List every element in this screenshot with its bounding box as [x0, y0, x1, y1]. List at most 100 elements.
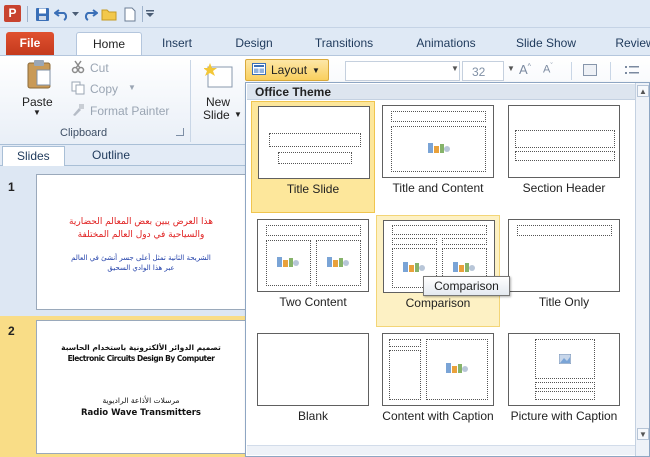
content-icons-icon: [277, 257, 299, 267]
slide-text-line: مرسلات الأذاعة الراديوية: [102, 396, 180, 405]
tab-slides[interactable]: Slides: [2, 146, 65, 166]
copy-dropdown-chevron-icon[interactable]: ▼: [128, 83, 136, 92]
open-folder-icon[interactable]: [100, 5, 118, 23]
layout-title-only[interactable]: Title Only: [502, 215, 626, 327]
subtitle-placeholder: [278, 152, 352, 164]
layout-two-content[interactable]: Two Content: [251, 215, 375, 327]
layout-name: Comparison: [405, 296, 471, 310]
layout-comparison[interactable]: Comparison: [376, 215, 500, 327]
new-document-icon[interactable]: [121, 5, 139, 23]
tab-insert[interactable]: Insert: [152, 32, 202, 55]
gallery-resize-grip[interactable]: [247, 445, 635, 455]
title-placeholder: [392, 225, 487, 235]
layout-name: Two Content: [279, 295, 347, 309]
tab-home[interactable]: Home: [76, 32, 142, 55]
undo-icon[interactable]: [53, 5, 71, 23]
font-name-dropdown-chevron-icon[interactable]: ▼: [451, 64, 459, 73]
layout-name: Section Header: [522, 181, 606, 195]
layout-thumbnail: [258, 106, 370, 179]
tab-review[interactable]: Review: [609, 32, 650, 55]
layout-thumbnail: [508, 333, 620, 406]
caption-text-placeholder: [535, 391, 595, 400]
content-icons-icon: [403, 262, 425, 272]
content-icons-icon: [446, 363, 468, 373]
format-painter-button[interactable]: Format Painter: [90, 104, 169, 118]
gallery-scrollbar[interactable]: ▲ ▼: [635, 83, 649, 456]
tab-outline[interactable]: Outline: [78, 146, 144, 166]
slide-text-line: Electronic Circuits Design By Computer: [67, 354, 215, 363]
content-icons-icon: [327, 257, 349, 267]
title-placeholder: [266, 225, 361, 236]
clear-formatting-icon[interactable]: [583, 64, 597, 76]
title-placeholder: [389, 339, 421, 347]
format-painter-icon: [71, 103, 85, 120]
layout-picture-with-caption[interactable]: Picture with Caption: [502, 329, 626, 441]
customize-qat-chevron-icon[interactable]: [145, 5, 155, 23]
tab-transitions[interactable]: Transitions: [305, 32, 383, 55]
qat-separator: [27, 6, 28, 22]
layout-button[interactable]: Layout ▼: [245, 59, 329, 81]
group-separator: [571, 62, 572, 80]
layout-name: Picture with Caption: [510, 409, 618, 423]
paste-clipboard-icon[interactable]: [26, 59, 52, 92]
clipboard-dialog-launcher-icon[interactable]: [176, 128, 184, 136]
slide-thumbnail-row[interactable]: 1 هذا العرض يبين بعض المعالم الحضارية وا…: [0, 166, 246, 316]
content-icons-icon: [453, 262, 475, 272]
layout-name: Title Slide: [286, 182, 340, 196]
tab-animations[interactable]: Animations: [405, 32, 487, 55]
layout-section-header[interactable]: Section Header: [502, 101, 626, 213]
layout-thumbnail: [257, 333, 369, 406]
scroll-up-icon[interactable]: ▲: [637, 85, 649, 97]
new-slide-label-line2[interactable]: Slide: [203, 108, 230, 122]
tab-file[interactable]: File: [6, 32, 54, 55]
slide-text-line: Radio Wave Transmitters: [81, 408, 201, 418]
gallery-section-header: Office Theme: [247, 84, 635, 100]
layout-thumbnail: [257, 219, 369, 292]
save-icon[interactable]: [33, 5, 51, 23]
layout-gallery-dropdown: Office Theme Title Slide Title and Conte…: [245, 82, 650, 457]
slide-text-line: هذا العرض يبين بعض المعالم الحضارية: [69, 217, 213, 227]
content-icons-icon: [428, 143, 450, 153]
tab-slide-show[interactable]: Slide Show: [508, 32, 584, 55]
cut-button[interactable]: Cut: [90, 61, 109, 75]
redo-icon[interactable]: [81, 5, 99, 23]
new-slide-label-line1[interactable]: New: [206, 95, 230, 109]
paste-button[interactable]: Paste: [22, 95, 53, 109]
shrink-font-icon[interactable]: Aˇ: [543, 63, 553, 76]
layout-dropdown-chevron-icon: ▼: [312, 65, 320, 75]
font-name-field[interactable]: [345, 61, 460, 81]
slides-pane-tabs: Slides Outline: [0, 145, 246, 166]
paste-dropdown-chevron-icon[interactable]: ▼: [33, 108, 41, 117]
slide-text-line: عبر هذا الوادي السحيق: [107, 264, 175, 272]
layout-title-slide[interactable]: Title Slide: [251, 101, 375, 213]
slide-text-line: والسياحية في دول العالم المختلفة: [77, 230, 205, 240]
layout-content-with-caption[interactable]: Content with Caption: [376, 329, 500, 441]
layout-button-label: Layout: [271, 63, 308, 77]
slide-thumbnail[interactable]: هذا العرض يبين بعض المعالم الحضارية والس…: [36, 174, 246, 310]
slide-text-line: الشريحة الثانية تمثل أعلى جسر أنشئ في ال…: [71, 254, 211, 262]
layout-thumbnail: [508, 219, 620, 292]
powerpoint-logo-icon: P: [4, 5, 21, 22]
group-separator: [190, 60, 191, 142]
copy-icon: [71, 81, 85, 98]
layout-title-and-content[interactable]: Title and Content: [376, 101, 500, 213]
title-placeholder: [517, 225, 612, 236]
scroll-down-icon[interactable]: ▼: [637, 428, 649, 440]
layout-blank[interactable]: Blank: [251, 329, 375, 441]
text-placeholder: [515, 151, 615, 161]
new-slide-icon[interactable]: [203, 59, 234, 94]
slide-number: 2: [8, 324, 15, 338]
undo-dropdown-chevron-icon[interactable]: [70, 5, 80, 23]
new-slide-chevron-icon[interactable]: ▼: [234, 110, 242, 119]
slide-thumbnail[interactable]: تصميم الدوائر الألكترونية باستخدام الحاس…: [36, 320, 246, 454]
grow-font-icon[interactable]: A^: [519, 62, 531, 77]
slide-number: 1: [8, 180, 15, 194]
font-size-dropdown-chevron-icon[interactable]: ▼: [507, 64, 515, 73]
copy-button[interactable]: Copy: [90, 82, 118, 96]
tab-design[interactable]: Design: [228, 32, 280, 55]
layout-thumbnail: [508, 105, 620, 178]
slide-thumbnail-row-selected[interactable]: 2 تصميم الدوائر الألكترونية باستخدام الح…: [0, 316, 246, 457]
bullets-icon[interactable]: [625, 65, 639, 79]
layout-name: Title Only: [538, 295, 590, 309]
slides-pane: 1 هذا العرض يبين بعض المعالم الحضارية وا…: [0, 166, 246, 457]
